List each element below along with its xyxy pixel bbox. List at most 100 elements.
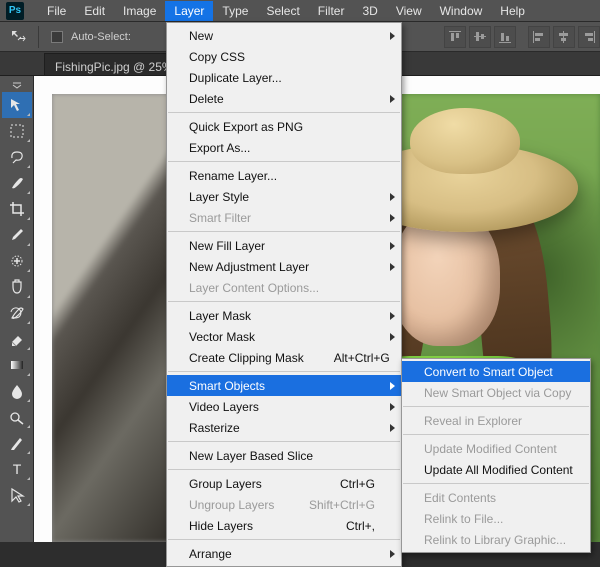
layer-menu-item-video-layers[interactable]: Video Layers: [167, 396, 401, 417]
auto-select-checkbox[interactable]: [51, 31, 63, 43]
smart-objects-item-update-modified-content: Update Modified Content: [402, 438, 590, 459]
layer-menu-item-layer-style[interactable]: Layer Style: [167, 186, 401, 207]
submenu-caret-icon: [390, 214, 395, 222]
layer-menu-item-new-layer-based-slice[interactable]: New Layer Based Slice: [167, 445, 401, 466]
healing-tool[interactable]: [2, 248, 32, 274]
menu-item-label: Update Modified Content: [424, 442, 557, 456]
layer-menu-item-new-adjustment-layer[interactable]: New Adjustment Layer: [167, 256, 401, 277]
ruler-vertical[interactable]: [34, 94, 52, 542]
menubar-item-file[interactable]: File: [38, 1, 75, 21]
layer-menu-item-quick-export-as-png[interactable]: Quick Export as PNG: [167, 116, 401, 137]
menu-separator: [168, 441, 400, 442]
layer-menu: New Copy CSSDuplicate Layer... Delete Quick…: [166, 22, 402, 567]
menu-item-label: New Fill Layer: [189, 239, 265, 253]
layer-menu-item-new[interactable]: New: [167, 25, 401, 46]
move-tool-icon: [10, 29, 26, 45]
menu-item-label: Video Layers: [189, 400, 259, 414]
svg-text:T: T: [12, 461, 21, 477]
align-buttons: [444, 26, 600, 48]
submenu-caret-icon: [390, 403, 395, 411]
layer-menu-item-copy-css[interactable]: Copy CSS: [167, 46, 401, 67]
smart-objects-item-new-smart-object-via-copy: New Smart Object via Copy: [402, 382, 590, 403]
menu-item-label: Delete: [189, 92, 224, 106]
menu-item-label: Smart Objects: [189, 379, 265, 393]
layer-menu-item-delete[interactable]: Delete: [167, 88, 401, 109]
eyedropper-tool[interactable]: [2, 222, 32, 248]
layer-menu-item-ungroup-layers: Ungroup Layers Shift+Ctrl+G: [167, 494, 401, 515]
align-vcenter-button[interactable]: [469, 26, 491, 48]
submenu-caret-icon: [390, 424, 395, 432]
layer-menu-item-export-as[interactable]: Export As...: [167, 137, 401, 158]
brush-tool[interactable]: [2, 170, 32, 196]
smart-objects-item-reveal-in-explorer: Reveal in Explorer: [402, 410, 590, 431]
align-left-button[interactable]: [528, 26, 550, 48]
menu-item-label: Group Layers: [189, 477, 262, 491]
layer-menu-item-rename-layer[interactable]: Rename Layer...: [167, 165, 401, 186]
menu-separator: [168, 539, 400, 540]
menu-item-label: New: [189, 29, 213, 43]
menubar-item-select[interactable]: Select: [257, 1, 308, 21]
layer-menu-item-group-layers[interactable]: Group LayersCtrl+G: [167, 473, 401, 494]
menubar-item-filter[interactable]: Filter: [309, 1, 354, 21]
pen-tool[interactable]: [2, 430, 32, 456]
menubar-item-help[interactable]: Help: [491, 1, 534, 21]
path-select-tool[interactable]: [2, 482, 32, 508]
menubar-item-window[interactable]: Window: [431, 1, 492, 21]
marquee-tool[interactable]: [2, 118, 32, 144]
submenu-caret-icon: [390, 193, 395, 201]
layer-menu-item-duplicate-layer[interactable]: Duplicate Layer...: [167, 67, 401, 88]
move-tool[interactable]: [2, 92, 32, 118]
toolbar-expand-handle[interactable]: [2, 80, 32, 92]
align-right-button[interactable]: [578, 26, 600, 48]
menu-item-label: Update All Modified Content: [424, 463, 573, 477]
eraser-tool[interactable]: [2, 326, 32, 352]
submenu-caret-icon: [390, 263, 395, 271]
layer-menu-item-create-clipping-mask[interactable]: Create Clipping MaskAlt+Ctrl+G: [167, 347, 401, 368]
menu-item-label: Ungroup Layers: [189, 498, 274, 512]
menu-separator: [168, 231, 400, 232]
smart-objects-item-convert-to-smart-object[interactable]: Convert to Smart Object: [402, 361, 590, 382]
smart-objects-item-edit-contents: Edit Contents: [402, 487, 590, 508]
layer-menu-item-vector-mask[interactable]: Vector Mask: [167, 326, 401, 347]
layer-menu-item-new-fill-layer[interactable]: New Fill Layer: [167, 235, 401, 256]
dodge-tool[interactable]: [2, 404, 32, 430]
layer-menu-item-rasterize[interactable]: Rasterize: [167, 417, 401, 438]
submenu-caret-icon: [390, 95, 395, 103]
blur-tool[interactable]: [2, 378, 32, 404]
layer-menu-item-layer-content-options: Layer Content Options...: [167, 277, 401, 298]
align-top-button[interactable]: [444, 26, 466, 48]
menu-item-label: Smart Filter: [189, 211, 251, 225]
type-tool[interactable]: T: [2, 456, 32, 482]
align-hcenter-button[interactable]: [553, 26, 575, 48]
gradient-tool[interactable]: [2, 352, 32, 378]
layer-menu-item-arrange[interactable]: Arrange: [167, 543, 401, 564]
menu-item-label: New Smart Object via Copy: [424, 386, 571, 400]
menu-item-label: Vector Mask: [189, 330, 255, 344]
clone-tool[interactable]: [2, 274, 32, 300]
smart-objects-item-relink-to-library-graphic: Relink to Library Graphic...: [402, 529, 590, 550]
menubar-item-layer[interactable]: Layer: [165, 1, 213, 21]
menubar-item-view[interactable]: View: [387, 1, 431, 21]
menubar-item-edit[interactable]: Edit: [75, 1, 114, 21]
history-brush-tool[interactable]: [2, 300, 32, 326]
menubar-item-image[interactable]: Image: [114, 1, 165, 21]
menu-item-label: New Layer Based Slice: [189, 449, 313, 463]
smart-objects-submenu: Convert to Smart Object New Smart Object …: [401, 358, 591, 553]
menu-item-label: Layer Content Options...: [189, 281, 319, 295]
layer-menu-item-hide-layers[interactable]: Hide LayersCtrl+,: [167, 515, 401, 536]
menubar-item-type[interactable]: Type: [213, 1, 257, 21]
align-bottom-button[interactable]: [494, 26, 516, 48]
menu-item-label: Edit Contents: [424, 491, 496, 505]
layer-menu-item-layer-mask[interactable]: Layer Mask: [167, 305, 401, 326]
menu-separator: [168, 112, 400, 113]
menu-item-label: Create Clipping Mask: [189, 351, 304, 365]
lasso-tool[interactable]: [2, 144, 32, 170]
smart-objects-item-update-all-modified-content[interactable]: Update All Modified Content: [402, 459, 590, 480]
menubar-item-3d[interactable]: 3D: [353, 1, 386, 21]
document-fishingpic[interactable]: [52, 94, 178, 542]
crop-tool[interactable]: [2, 196, 32, 222]
menu-shortcut: Shift+Ctrl+G: [279, 498, 375, 512]
menu-separator: [168, 161, 400, 162]
menu-item-label: Convert to Smart Object: [424, 365, 553, 379]
layer-menu-item-smart-objects[interactable]: Smart Objects: [167, 375, 401, 396]
